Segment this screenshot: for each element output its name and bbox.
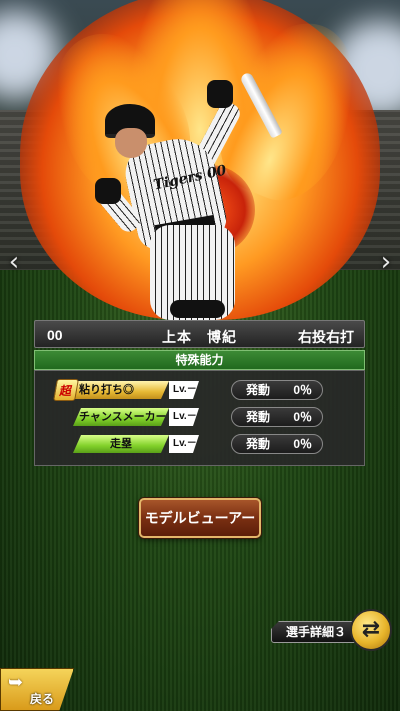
abilities-list: 粘り打ち◎ 超 Lv.－ 発動 0％ チャンスメーカー Lv.－ 発動 0％ 走…	[34, 370, 365, 466]
ability-row[interactable]: 粘り打ち◎ 超 Lv.－ 発動 0％	[35, 379, 366, 401]
player-handedness: 右投右打	[298, 329, 354, 345]
batting-glove	[207, 80, 233, 108]
bat	[239, 71, 283, 139]
back-label: 戻る	[30, 692, 55, 706]
activation-rate: 発動 0％	[231, 434, 323, 454]
ability-label: チャンスメーカー	[73, 408, 169, 426]
model-viewer-button[interactable]: モデルビューアー	[139, 498, 261, 538]
super-badge: 超	[53, 379, 79, 401]
player-name-bar: 00 上本 博紀 右投右打	[34, 320, 365, 348]
ability-level: Lv.－	[169, 381, 199, 399]
abilities-header: 特殊能力	[34, 350, 365, 370]
ability-row[interactable]: チャンスメーカー Lv.－ 発動 0％	[35, 406, 366, 428]
player-face	[115, 128, 147, 158]
player-info-panel: 00 上本 博紀 右投右打 特殊能力 粘り打ち◎ 超 Lv.－ 発動 0％ チャ…	[34, 320, 365, 466]
player-detail-button[interactable]: 選手詳細３	[271, 621, 361, 643]
activation-rate: 発動 0％	[231, 380, 323, 400]
back-button[interactable]: ➥ 戻る	[0, 668, 74, 711]
ability-label: 走塁	[73, 435, 169, 453]
activation-rate: 発動 0％	[231, 407, 323, 427]
chevron-left-icon[interactable]: ‹	[4, 247, 24, 277]
ability-level: Lv.－	[169, 435, 199, 453]
player-illustration: Tigers 00	[91, 70, 295, 325]
back-arrow-icon: ➥	[8, 672, 24, 693]
chevron-right-icon[interactable]: ›	[376, 247, 396, 277]
ability-row[interactable]: 走塁 Lv.－ 発動 0％	[35, 433, 366, 455]
ability-level: Lv.－	[169, 408, 199, 426]
swap-icon[interactable]: ⇄	[350, 609, 392, 651]
